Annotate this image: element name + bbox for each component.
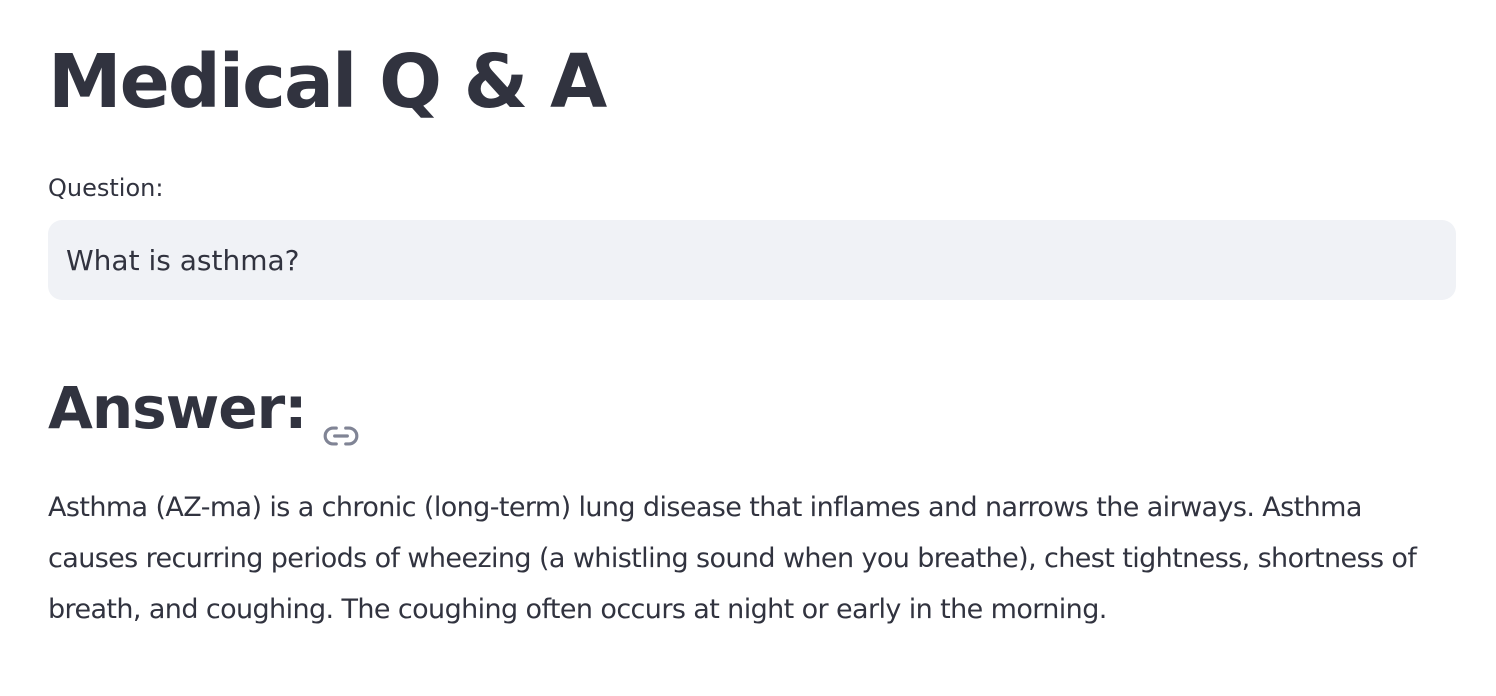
link-icon[interactable] (322, 395, 360, 446)
answer-heading-label: Answer: (48, 374, 307, 442)
question-input[interactable] (48, 220, 1456, 300)
question-label: Question: (48, 174, 164, 202)
answer-heading: Answer: (48, 368, 360, 448)
page-title: Medical Q & A (48, 39, 607, 125)
answer-text: Asthma (AZ-ma) is a chronic (long-term) … (48, 492, 1417, 625)
